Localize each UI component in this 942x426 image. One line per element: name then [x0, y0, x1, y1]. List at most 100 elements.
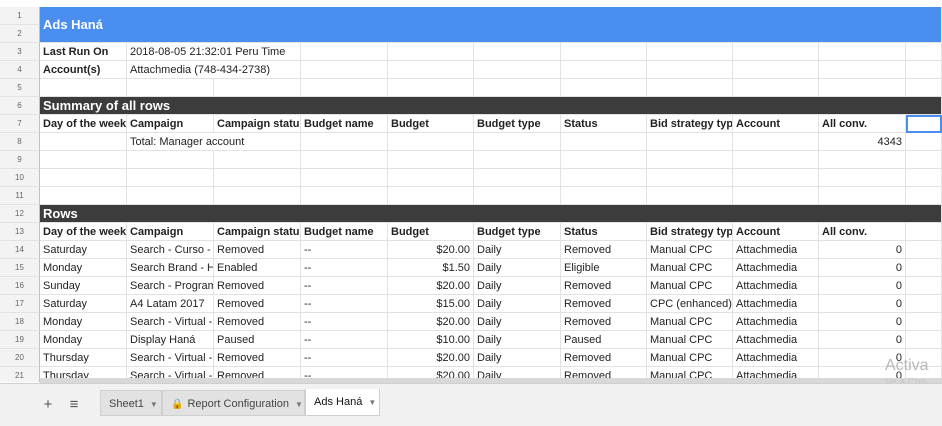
empty-cell[interactable]: [906, 61, 942, 79]
empty-cell[interactable]: [474, 61, 561, 79]
data-cell[interactable]: Removed: [561, 277, 647, 295]
empty-cell[interactable]: [301, 151, 388, 169]
data-cell[interactable]: Monday: [40, 259, 127, 277]
data-cell[interactable]: A4 Latam 2017: [127, 295, 214, 313]
data-cell[interactable]: --: [301, 241, 388, 259]
row-number[interactable]: 4: [0, 61, 40, 79]
data-cell[interactable]: Search - Curso - Costa Rica: [127, 241, 214, 259]
empty-cell[interactable]: [906, 187, 942, 205]
row-number[interactable]: 3: [0, 43, 40, 61]
data-cell[interactable]: Search - Virtual - Chile: [127, 349, 214, 367]
empty-cell[interactable]: [647, 151, 733, 169]
row-number[interactable]: 11: [0, 187, 40, 205]
data-cell[interactable]: $20.00: [388, 349, 474, 367]
data-cell[interactable]: $20.00: [388, 277, 474, 295]
empty-cell[interactable]: [733, 43, 819, 61]
empty-cell[interactable]: [474, 187, 561, 205]
empty-cell[interactable]: [647, 169, 733, 187]
empty-cell[interactable]: [733, 79, 819, 97]
last-run-value[interactable]: 2018-08-05 21:32:01 Peru Time: [127, 43, 301, 61]
data-cell[interactable]: Daily: [474, 331, 561, 349]
data-cell[interactable]: 0: [819, 241, 906, 259]
data-cell[interactable]: --: [301, 349, 388, 367]
empty-cell[interactable]: [127, 169, 214, 187]
empty-cell[interactable]: [127, 187, 214, 205]
total-label[interactable]: Total: Manager account: [127, 133, 301, 151]
data-cell[interactable]: --: [301, 313, 388, 331]
empty-cell[interactable]: [906, 223, 942, 241]
row-number[interactable]: 20: [0, 349, 40, 367]
data-cell[interactable]: Removed: [214, 295, 301, 313]
data-cell[interactable]: Saturday: [40, 295, 127, 313]
data-cell[interactable]: Removed: [214, 241, 301, 259]
empty-cell[interactable]: [214, 187, 301, 205]
column-header[interactable]: Budget name: [301, 115, 388, 133]
empty-cell[interactable]: [733, 61, 819, 79]
empty-cell[interactable]: [819, 169, 906, 187]
data-cell[interactable]: --: [301, 295, 388, 313]
row-number[interactable]: 16: [0, 277, 40, 295]
column-header[interactable]: Campaign status: [214, 223, 301, 241]
data-cell[interactable]: Display Haná: [127, 331, 214, 349]
row-number[interactable]: 15: [0, 259, 40, 277]
data-cell[interactable]: Paused: [214, 331, 301, 349]
empty-cell[interactable]: [733, 133, 819, 151]
column-header[interactable]: All conv.: [819, 223, 906, 241]
total-all-conv[interactable]: 4343: [819, 133, 906, 151]
all-sheets-list-icon[interactable]: ≡: [64, 394, 84, 416]
empty-cell[interactable]: [819, 43, 906, 61]
data-cell[interactable]: Search - Virtual - Peru: [127, 313, 214, 331]
column-header[interactable]: Campaign status: [214, 115, 301, 133]
data-cell[interactable]: Manual CPC: [647, 331, 733, 349]
data-cell[interactable]: Removed: [561, 349, 647, 367]
data-cell[interactable]: 0: [819, 259, 906, 277]
empty-cell[interactable]: [561, 187, 647, 205]
data-cell[interactable]: Attachmedia: [733, 241, 819, 259]
empty-cell[interactable]: [214, 79, 301, 97]
row-number[interactable]: 5: [0, 79, 40, 97]
empty-cell[interactable]: [647, 61, 733, 79]
data-cell[interactable]: Attachmedia: [733, 295, 819, 313]
column-header[interactable]: Day of the week: [40, 223, 127, 241]
empty-cell[interactable]: [906, 151, 942, 169]
column-header[interactable]: All conv.: [819, 115, 906, 133]
column-header[interactable]: Account: [733, 223, 819, 241]
empty-cell[interactable]: [301, 187, 388, 205]
data-cell[interactable]: Daily: [474, 349, 561, 367]
sheet-tab[interactable]: Sheet1 ▼: [100, 390, 162, 416]
data-cell[interactable]: Attachmedia: [733, 349, 819, 367]
rows-section-heading[interactable]: Rows: [40, 205, 942, 223]
data-cell[interactable]: Removed: [561, 295, 647, 313]
empty-cell[interactable]: [819, 187, 906, 205]
empty-cell[interactable]: [474, 79, 561, 97]
column-header[interactable]: Budget: [388, 115, 474, 133]
empty-cell[interactable]: [301, 43, 388, 61]
empty-cell[interactable]: [127, 151, 214, 169]
sheet-tab[interactable]: 🔒 Report Configuration ▼: [162, 390, 305, 416]
column-header[interactable]: Budget name: [301, 223, 388, 241]
data-cell[interactable]: Attachmedia: [733, 331, 819, 349]
data-cell[interactable]: Daily: [474, 259, 561, 277]
column-header[interactable]: Bid strategy type: [647, 115, 733, 133]
row-number[interactable]: 6: [0, 97, 40, 115]
empty-cell[interactable]: [40, 151, 127, 169]
empty-cell[interactable]: [906, 169, 942, 187]
data-cell[interactable]: Manual CPC: [647, 349, 733, 367]
empty-cell[interactable]: [647, 187, 733, 205]
row-number[interactable]: 1: [0, 7, 40, 25]
empty-cell[interactable]: [906, 313, 942, 331]
empty-cell[interactable]: [474, 133, 561, 151]
row-number[interactable]: 2: [0, 25, 40, 43]
data-cell[interactable]: Manual CPC: [647, 259, 733, 277]
empty-cell[interactable]: [40, 187, 127, 205]
row-number[interactable]: 19: [0, 331, 40, 349]
empty-cell[interactable]: [561, 151, 647, 169]
data-cell[interactable]: Manual CPC: [647, 241, 733, 259]
empty-cell[interactable]: [40, 79, 127, 97]
last-run-label[interactable]: Last Run On: [40, 43, 127, 61]
column-header[interactable]: Status: [561, 223, 647, 241]
data-cell[interactable]: CPC (enhanced): [647, 295, 733, 313]
data-cell[interactable]: Enabled: [214, 259, 301, 277]
data-cell[interactable]: --: [301, 331, 388, 349]
empty-cell[interactable]: [819, 151, 906, 169]
